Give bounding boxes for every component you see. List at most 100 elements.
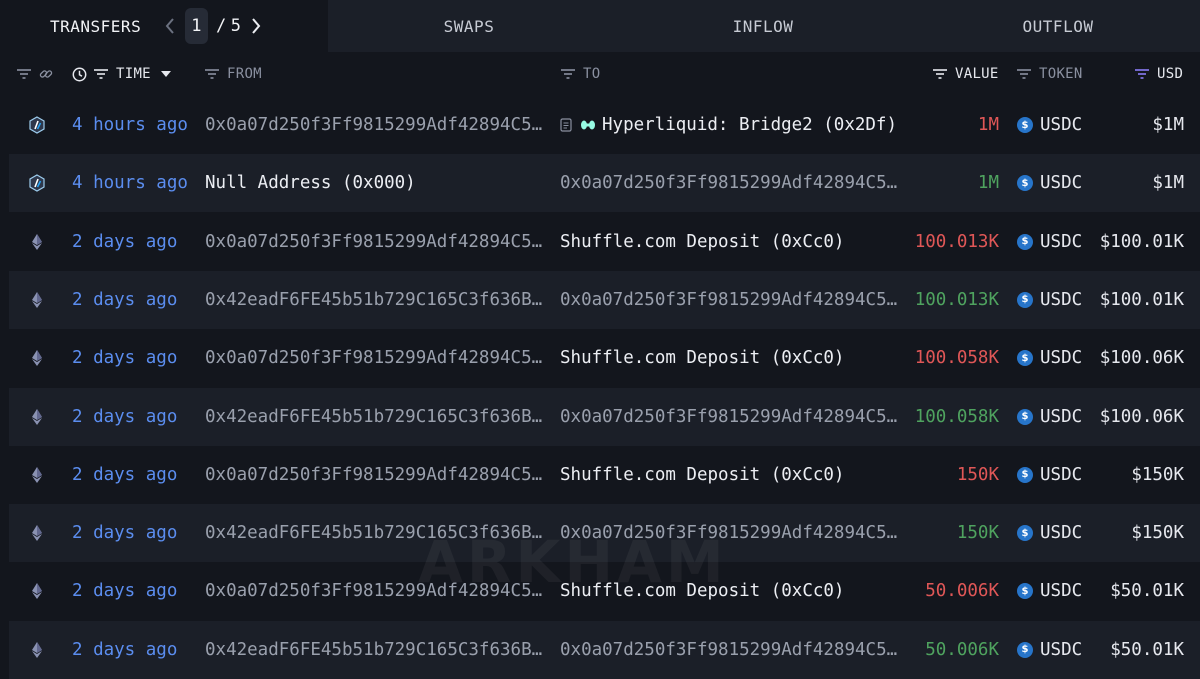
time-column-label: TIME <box>116 66 151 82</box>
token-symbol: USDC <box>1040 289 1083 310</box>
token-cell[interactable]: $ USDC <box>1017 271 1082 329</box>
current-page: 1 <box>185 8 208 44</box>
value-cell: 100.013K <box>914 231 999 252</box>
sort-desc-icon <box>160 71 171 77</box>
token-column-header[interactable]: TOKEN <box>1016 52 1083 96</box>
chain-icon-cell <box>26 213 48 271</box>
token-cell[interactable]: $ USDC <box>1017 96 1082 154</box>
usdc-icon: $ <box>1017 525 1033 542</box>
to-address[interactable]: 0x0a07d250f3Ff9815299Adf42894C5fa34 <box>560 271 900 329</box>
token-symbol: USDC <box>1040 173 1083 194</box>
tab-inflow[interactable]: INFLOW <box>610 0 916 52</box>
time-cell[interactable]: 4 hours ago <box>72 154 188 212</box>
table-row[interactable]: 4 hours ago Null Address (0x000) 0x0a07d… <box>9 154 1200 213</box>
ethereum-icon <box>32 291 42 308</box>
time-cell[interactable]: 4 hours ago <box>72 96 188 154</box>
chain-filter-button[interactable] <box>16 52 53 96</box>
tab-outflow[interactable]: OUTFLOW <box>916 0 1200 52</box>
filter-icon <box>1017 69 1031 79</box>
to-address[interactable]: Shuffle.com Deposit (0xCc0) <box>560 329 900 387</box>
usd-cell: $1M <box>1152 115 1184 135</box>
tab-transfers[interactable]: TRANSFERS 1 / 5 <box>0 0 328 52</box>
from-address[interactable]: Null Address (0x000) <box>205 154 545 212</box>
page-separator: / <box>215 16 227 36</box>
time-cell[interactable]: 2 days ago <box>72 213 177 271</box>
from-address[interactable]: 0x42eadF6FE45b51b729C165C3f636B8a12 <box>205 271 545 329</box>
token-symbol: USDC <box>1040 581 1083 602</box>
time-column-header[interactable]: TIME <box>72 52 171 96</box>
value-cell: 150K <box>956 464 999 485</box>
table-row[interactable]: 2 days ago 0x42eadF6FE45b51b729C165C3f63… <box>9 270 1200 329</box>
value-column-header[interactable]: VALUE <box>932 52 999 96</box>
to-address[interactable]: 0x0a07d250f3Ff9815299Adf42894C5fa34 <box>560 388 900 446</box>
token-cell[interactable]: $ USDC <box>1017 562 1082 620</box>
usd-cell: $100.06K <box>1099 406 1184 427</box>
to-address[interactable]: 0x0a07d250f3Ff9815299Adf42894C5fa34 <box>560 504 900 562</box>
to-address[interactable]: Shuffle.com Deposit (0xCc0) <box>560 446 900 504</box>
token-symbol: USDC <box>1040 115 1083 135</box>
usd-cell: $100.06K <box>1099 348 1184 369</box>
from-address[interactable]: 0x0a07d250f3Ff9815299Adf42894C5fa34 <box>205 213 545 271</box>
usd-cell: $100.01K <box>1099 289 1184 310</box>
from-address[interactable]: 0x0a07d250f3Ff9815299Adf42894C5fa34 <box>205 562 545 620</box>
table-row[interactable]: 4 hours ago 0x0a07d250f3Ff9815299Adf4289… <box>9 96 1200 154</box>
prev-page-button[interactable] <box>159 15 181 37</box>
token-symbol: USDC <box>1040 231 1083 252</box>
ethereum-icon <box>32 583 42 600</box>
from-address[interactable]: 0x42eadF6FE45b51b729C165C3f636B8a12 <box>205 388 545 446</box>
from-address[interactable]: 0x0a07d250f3Ff9815299Adf42894C5fa34 <box>205 96 545 154</box>
to-address[interactable]: Shuffle.com Deposit (0xCc0) <box>560 562 900 620</box>
token-cell[interactable]: $ USDC <box>1017 154 1082 212</box>
table-row[interactable]: 2 days ago 0x42eadF6FE45b51b729C165C3f63… <box>9 504 1200 563</box>
from-address[interactable]: 0x0a07d250f3Ff9815299Adf42894C5fa34 <box>205 329 545 387</box>
to-address[interactable]: 0x0a07d250f3Ff9815299Adf42894C5fa34 <box>560 154 900 212</box>
table-row[interactable]: 2 days ago 0x0a07d250f3Ff9815299Adf42894… <box>9 446 1200 504</box>
tab-swaps[interactable]: SWAPS <box>328 0 610 52</box>
usdc-icon: $ <box>1017 175 1033 192</box>
value-cell: 150K <box>956 523 999 544</box>
to-address[interactable]: Shuffle.com Deposit (0xCc0) <box>560 213 900 271</box>
usd-cell: $1M <box>1152 173 1184 194</box>
from-column-header[interactable]: FROM <box>204 52 262 96</box>
from-address[interactable]: 0x42eadF6FE45b51b729C165C3f636B8a12 <box>205 504 545 562</box>
time-cell[interactable]: 2 days ago <box>72 271 177 329</box>
table-row[interactable]: 2 days ago 0x0a07d250f3Ff9815299Adf42894… <box>9 562 1200 620</box>
time-cell[interactable]: 2 days ago <box>72 446 177 504</box>
chevron-right-icon <box>252 18 261 34</box>
table-row[interactable]: 2 days ago 0x42eadF6FE45b51b729C165C3f63… <box>9 387 1200 446</box>
usd-column-header[interactable]: USD <box>1134 52 1183 96</box>
token-column-label: TOKEN <box>1039 66 1083 82</box>
chain-icon-cell <box>26 562 48 620</box>
from-address[interactable]: 0x0a07d250f3Ff9815299Adf42894C5fa34 <box>205 446 545 504</box>
chevron-left-icon <box>165 18 174 34</box>
value-cell: 100.058K <box>914 348 999 369</box>
value-cell: 1M <box>977 173 999 194</box>
token-cell[interactable]: $ USDC <box>1017 504 1082 562</box>
token-cell[interactable]: $ USDC <box>1017 329 1082 387</box>
chain-icon-cell <box>26 388 48 446</box>
to-column-header[interactable]: TO <box>560 52 600 96</box>
time-cell[interactable]: 2 days ago <box>72 388 177 446</box>
ethereum-icon <box>32 408 42 425</box>
to-column-label: TO <box>583 66 601 82</box>
time-cell[interactable]: 2 days ago <box>72 504 177 562</box>
arbitrum-icon <box>29 174 45 192</box>
table-row[interactable]: 2 days ago 0x0a07d250f3Ff9815299Adf42894… <box>9 329 1200 387</box>
token-symbol: USDC <box>1040 348 1083 369</box>
token-cell[interactable]: $ USDC <box>1017 388 1082 446</box>
table-row[interactable]: 2 days ago 0x0a07d250f3Ff9815299Adf42894… <box>9 213 1200 271</box>
from-column-label: FROM <box>227 66 262 82</box>
token-cell[interactable]: $ USDC <box>1017 213 1082 271</box>
usd-column-label: USD <box>1157 66 1184 82</box>
pagination: 1 / 5 <box>159 8 267 44</box>
table-header: TIME FROM TO VALUE TOKEN USD <box>0 52 1200 96</box>
tab-transfers-label: TRANSFERS <box>50 16 142 36</box>
time-cell[interactable]: 2 days ago <box>72 329 177 387</box>
time-cell[interactable]: 2 days ago <box>72 562 177 620</box>
next-page-button[interactable] <box>245 15 267 37</box>
to-address[interactable]: Hyperliquid: Bridge2 (0x2Df) <box>560 96 900 154</box>
tab-bar: TRANSFERS 1 / 5 SWAPS INFLOW OUTFLOW <box>0 0 1200 52</box>
token-cell[interactable]: $ USDC <box>1017 446 1082 504</box>
usd-cell: $50.01K <box>1110 581 1184 602</box>
hyperliquid-icon <box>581 120 595 130</box>
